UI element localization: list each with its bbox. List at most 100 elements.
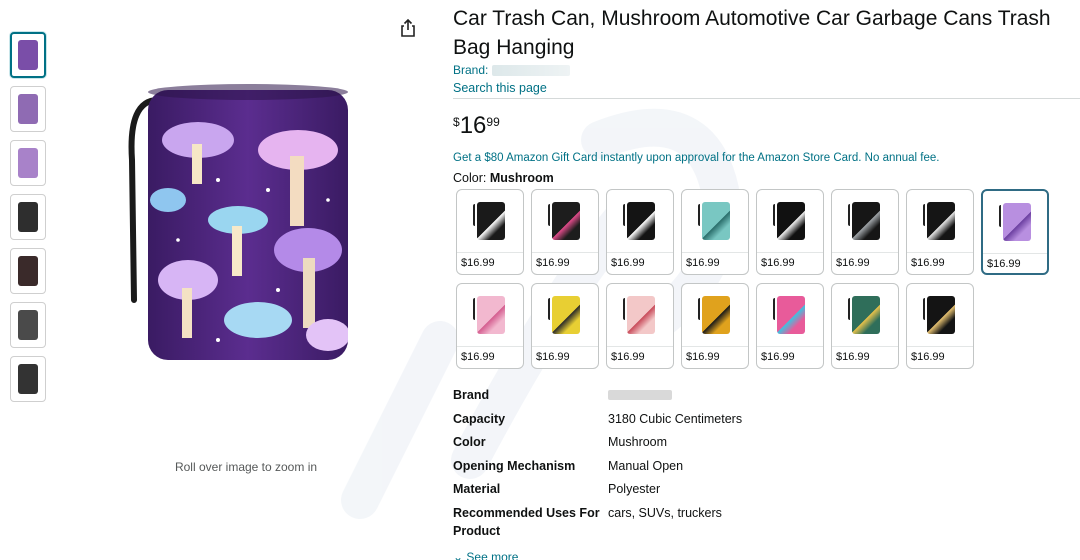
swatch-image	[698, 296, 730, 334]
swatch-divider	[983, 253, 1047, 254]
thumbnail[interactable]	[10, 32, 46, 78]
swatch-divider	[907, 346, 973, 347]
swatch-divider	[607, 346, 673, 347]
thumbnail[interactable]	[10, 194, 46, 240]
swatch-divider	[832, 252, 898, 253]
color-swatch[interactable]: $16.99	[456, 189, 524, 275]
color-swatch[interactable]: $16.99	[606, 283, 674, 369]
color-label: Color:	[453, 171, 487, 185]
color-swatch[interactable]: $16.99	[606, 189, 674, 275]
swatch-price: $16.99	[911, 351, 945, 363]
spec-key: Opening Mechanism	[453, 459, 576, 473]
thumbnail[interactable]	[10, 140, 46, 186]
swatch-price: $16.99	[761, 257, 795, 269]
swatch-divider	[832, 346, 898, 347]
zoom-hint: Roll over image to zoom in	[174, 460, 318, 474]
color-swatch[interactable]: $16.99	[531, 189, 599, 275]
thumbnail-image	[18, 40, 38, 70]
brand-line[interactable]: Brand:	[453, 63, 571, 77]
divider	[453, 98, 1080, 99]
price: $ 16 99	[453, 112, 500, 140]
thumbnail-image	[18, 202, 38, 232]
color-swatch[interactable]: $16.99	[906, 283, 974, 369]
swatch-divider	[607, 252, 673, 253]
swatch-price: $16.99	[761, 351, 795, 363]
swatch-price: $16.99	[536, 257, 570, 269]
thumbnail-image	[18, 364, 38, 394]
swatch-price: $16.99	[461, 257, 495, 269]
swatch-divider	[532, 346, 598, 347]
spec-value	[608, 386, 1028, 405]
color-swatch[interactable]: $16.99	[981, 189, 1049, 275]
spec-key: Color	[453, 435, 486, 449]
swatch-price: $16.99	[836, 351, 870, 363]
color-swatch[interactable]: $16.99	[831, 283, 899, 369]
color-selection-label: Color: Mushroom	[453, 171, 554, 185]
brand-name-redacted	[492, 65, 571, 77]
swatch-divider	[907, 252, 973, 253]
spec-value: Polyester	[608, 482, 661, 496]
swatch-price: $16.99	[987, 258, 1021, 270]
thumbnail[interactable]	[10, 356, 46, 402]
brand-label: Brand:	[453, 63, 489, 77]
swatch-image	[999, 203, 1031, 241]
price-symbol: $	[453, 115, 460, 129]
product-main-image[interactable]	[118, 80, 368, 370]
swatch-divider	[682, 346, 748, 347]
spec-key: Recommended Uses For Product	[453, 506, 600, 538]
thumbnail[interactable]	[10, 302, 46, 348]
swatch-price: $16.99	[686, 351, 720, 363]
color-swatch[interactable]: $16.99	[681, 189, 749, 275]
thumbnail-strip	[10, 32, 48, 410]
swatch-divider	[757, 346, 823, 347]
swatch-image	[773, 202, 805, 240]
swatch-price: $16.99	[536, 351, 570, 363]
see-more-link[interactable]: ⌄ See more	[453, 550, 518, 560]
swatch-image	[923, 296, 955, 334]
thumbnail-image	[18, 148, 38, 178]
swatch-image	[623, 296, 655, 334]
color-swatch[interactable]: $16.99	[756, 283, 824, 369]
spec-key: Material	[453, 482, 501, 496]
thumbnail-image	[18, 310, 38, 340]
spec-value: Mushroom	[608, 435, 668, 449]
swatch-image	[923, 202, 955, 240]
color-swatch[interactable]: $16.99	[681, 283, 749, 369]
spec-value: cars, SUVs, truckers	[608, 506, 722, 520]
swatch-price: $16.99	[611, 257, 645, 269]
store-card-promo-link[interactable]: Get a $80 Amazon Gift Card instantly upo…	[453, 152, 939, 164]
swatch-price: $16.99	[836, 257, 870, 269]
color-swatch[interactable]: $16.99	[456, 283, 524, 369]
swatch-divider	[457, 346, 523, 347]
price-fraction: 99	[486, 115, 500, 129]
color-swatch[interactable]: $16.99	[756, 189, 824, 275]
color-value: Mushroom	[489, 171, 554, 185]
see-more-label: See more	[466, 550, 519, 560]
thumbnail[interactable]	[10, 248, 46, 294]
swatch-image	[473, 202, 505, 240]
color-swatch[interactable]: $16.99	[906, 189, 974, 275]
swatch-image	[548, 296, 580, 334]
thumbnail-image	[18, 256, 38, 286]
swatch-price: $16.99	[686, 257, 720, 269]
swatch-image	[773, 296, 805, 334]
price-whole: 16	[459, 112, 487, 139]
swatch-image	[623, 202, 655, 240]
product-title: Car Trash Can, Mushroom Automotive Car G…	[453, 7, 1051, 59]
spec-value: 3180 Cubic Centimeters	[608, 412, 743, 426]
swatch-divider	[457, 252, 523, 253]
thumbnail[interactable]	[10, 86, 46, 132]
swatch-price: $16.99	[911, 257, 945, 269]
swatch-price: $16.99	[611, 351, 645, 363]
swatch-image	[848, 296, 880, 334]
color-swatch[interactable]: $16.99	[531, 283, 599, 369]
swatch-divider	[682, 252, 748, 253]
color-swatch[interactable]: $16.99	[831, 189, 899, 275]
share-icon[interactable]	[398, 18, 418, 38]
brand-value-redacted	[608, 390, 672, 400]
swatch-divider	[532, 252, 598, 253]
spec-value: Manual Open	[608, 459, 684, 473]
thumbnail-image	[18, 94, 38, 124]
chevron-down-icon: ⌄	[453, 550, 464, 560]
search-this-page-link[interactable]: Search this page	[453, 81, 547, 95]
